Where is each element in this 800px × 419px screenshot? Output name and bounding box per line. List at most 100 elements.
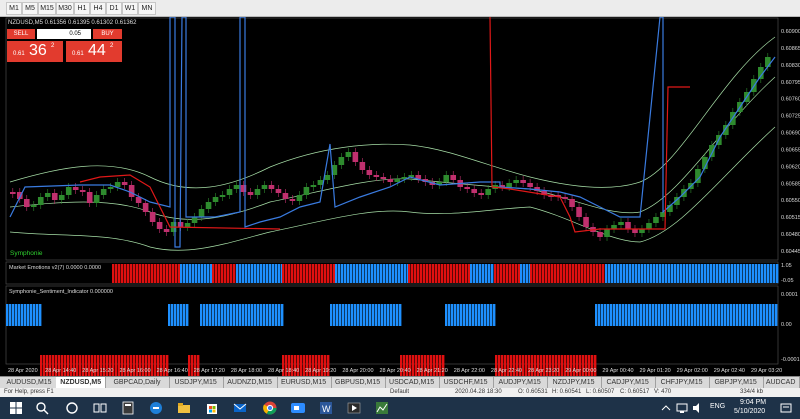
sentiment-bar-up (354, 304, 357, 326)
timeframe-d1[interactable]: D1 (106, 2, 122, 15)
sentiment-bar-up (760, 304, 763, 326)
emotion-bar (224, 264, 227, 283)
search-icon[interactable] (34, 400, 50, 416)
candle-body (128, 185, 135, 197)
candle-body (653, 217, 659, 223)
emotion-bar (341, 264, 344, 283)
sentiment-bar-up (646, 304, 649, 326)
emotion-bar (680, 264, 683, 283)
emotion-bar (707, 264, 710, 283)
emotion-bar (438, 264, 441, 283)
emotion-bar (309, 264, 312, 283)
sell-price-button[interactable]: 0.61 36 2 (7, 41, 63, 62)
sentiment-bar-up (233, 304, 236, 326)
emotion-bar (644, 264, 647, 283)
one-click-trading-panel: SELL 0.05 BUY 0.61 36 2 0.61 44 2 (7, 29, 122, 62)
timeframe-mn[interactable]: MN (138, 2, 156, 15)
timeframe-m1[interactable]: M1 (6, 2, 22, 15)
emotion-bar (523, 264, 526, 283)
metatrader-icon[interactable] (374, 400, 390, 416)
emotion-bar (215, 264, 218, 283)
emotion-bar (737, 264, 740, 283)
emotion-bar (324, 264, 327, 283)
candle-body (618, 222, 624, 225)
buy-button-small[interactable]: BUY (93, 29, 122, 39)
file-explorer-icon[interactable] (176, 400, 192, 416)
candle-body (149, 212, 156, 222)
input-language[interactable]: ENG (710, 403, 725, 410)
taskbar-clock-date[interactable]: 5/10/2020 (734, 408, 765, 415)
timeframe-h4[interactable]: H4 (90, 2, 106, 15)
chart-canvas[interactable]: NZDUSD,M5 0.61356 0.61395 0.61302 0.6136… (0, 16, 800, 379)
emotion-bar (725, 264, 728, 283)
timeframe-h1[interactable]: H1 (74, 2, 90, 15)
candle-body (254, 189, 261, 195)
notifications-icon[interactable] (780, 402, 792, 414)
timeframe-m30[interactable]: M30 (56, 2, 74, 15)
sentiment-bar-up (212, 304, 215, 326)
candle-body (317, 180, 324, 185)
emotion-bar (665, 264, 668, 283)
task-view-icon[interactable] (92, 400, 108, 416)
emotion-bar (605, 264, 608, 283)
edge-icon[interactable] (148, 400, 164, 416)
sentiment-bar-up (616, 304, 619, 326)
sentiment-bar-up (634, 304, 637, 326)
emotion-bar (494, 264, 497, 283)
sentiment-bar-up (239, 304, 242, 326)
candle-body (107, 187, 114, 189)
candle-body (23, 199, 30, 207)
volume-icon[interactable] (692, 402, 704, 414)
zoom-icon[interactable] (290, 400, 306, 416)
sentiment-bar-up (330, 304, 333, 326)
emotion-bar (692, 264, 695, 283)
sentiment-bar-up (12, 304, 15, 326)
media-player-icon[interactable] (346, 400, 362, 416)
buy-price-button[interactable]: 0.61 44 2 (66, 41, 122, 62)
timeframe-m15[interactable]: M15 (38, 2, 56, 15)
emotion-bar (266, 264, 269, 283)
sentiment-bar-up (484, 304, 487, 326)
emotion-bar (278, 264, 281, 283)
symbol-header: NZDUSD,M5 0.61356 0.61395 0.61302 0.6136… (8, 20, 137, 26)
candle-body (394, 179, 401, 182)
candle-body (478, 193, 484, 195)
cortana-icon[interactable] (64, 400, 80, 416)
sentiment-bar-up (366, 304, 369, 326)
sentiment-bar-up (183, 304, 186, 326)
store-icon[interactable] (204, 400, 220, 416)
sentiment-bar-up (387, 304, 390, 326)
emotion-bar (312, 264, 315, 283)
chart-area[interactable]: NZDUSD,M5 0.61356 0.61395 0.61302 0.6136… (0, 16, 800, 379)
sell-button-small[interactable]: SELL (7, 29, 35, 39)
show-hidden-icons-icon[interactable] (660, 402, 672, 414)
emotion-bar (251, 264, 254, 283)
network-icon[interactable] (676, 402, 688, 414)
windows-start-icon[interactable] (8, 400, 24, 416)
sentiment-bar-up (598, 304, 601, 326)
emotion-bar (465, 264, 468, 283)
emotion-bar (542, 264, 545, 283)
taskbar-clock-time[interactable]: 9:04 PM (740, 399, 766, 406)
emotion-bar (227, 264, 230, 283)
timeframe-m5[interactable]: M5 (22, 2, 38, 15)
emotion-bar (653, 264, 656, 283)
buy-price-prefix: 0.61 (72, 51, 84, 57)
candle-body (219, 195, 226, 197)
calculator-icon[interactable] (120, 400, 136, 416)
candle-body (86, 192, 93, 203)
sentiment-bar-up (685, 304, 688, 326)
price-tick: 0.60585 (781, 181, 800, 187)
candle-body (191, 217, 198, 223)
price-tick: 0.60620 (781, 164, 800, 170)
sentiment-bar-up (342, 304, 345, 326)
timeframe-w1[interactable]: W1 (122, 2, 138, 15)
candle-body (30, 205, 37, 207)
word-icon[interactable]: W (318, 400, 334, 416)
status-close: C: 0.60517 (620, 389, 650, 395)
emotion-bar (124, 264, 127, 283)
mail-icon[interactable] (232, 400, 248, 416)
chrome-icon[interactable] (262, 400, 278, 416)
lot-size-input[interactable]: 0.05 (37, 29, 91, 39)
emotion-bar (272, 264, 275, 283)
